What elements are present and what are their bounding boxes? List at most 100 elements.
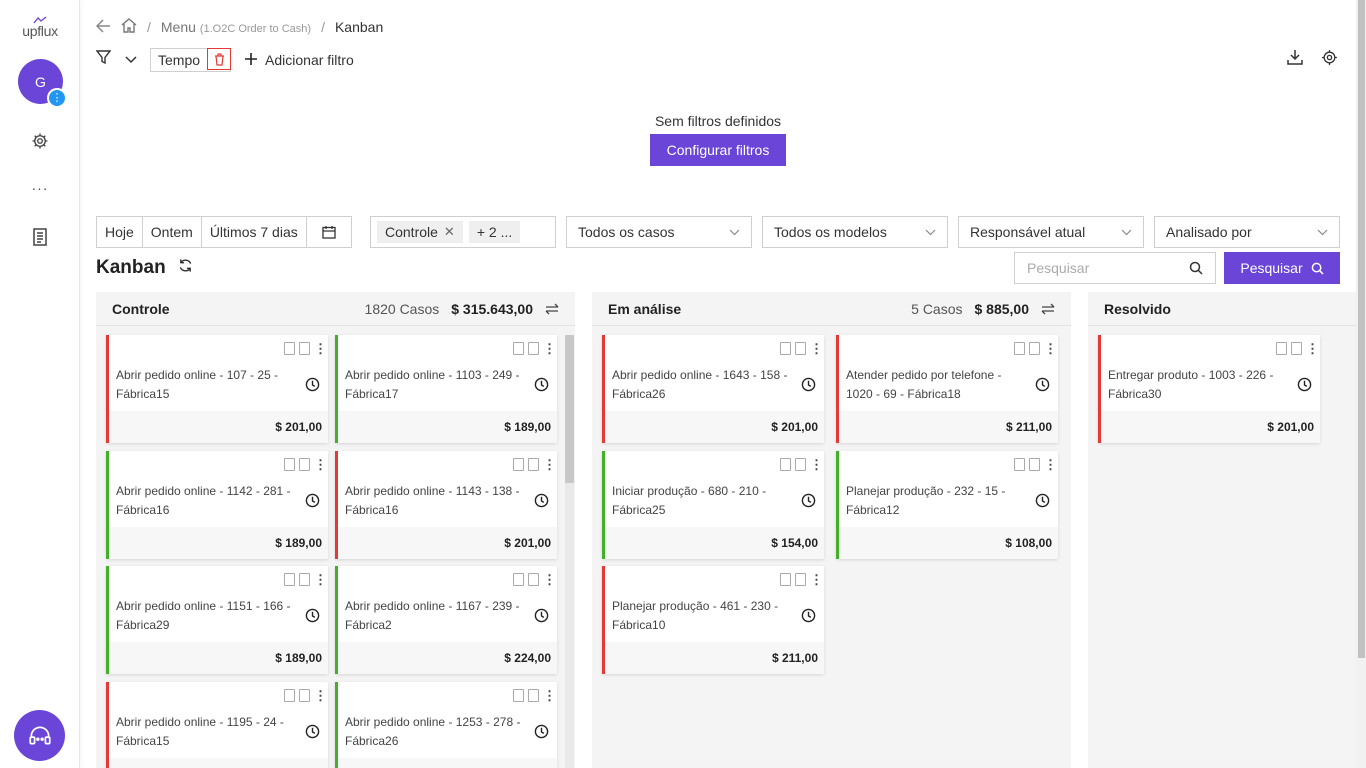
refresh-icon[interactable] <box>178 257 193 279</box>
search-input[interactable]: Pesquisar <box>1014 252 1216 284</box>
card-document-icon[interactable] <box>299 573 310 586</box>
cases-select[interactable]: Todos os casos <box>566 216 752 248</box>
clock-icon[interactable] <box>801 377 816 392</box>
app-logo[interactable]: upflux <box>18 16 62 42</box>
card-more-icon[interactable]: ⋮ <box>1044 342 1057 355</box>
clock-icon[interactable] <box>534 493 549 508</box>
delete-trash-icon[interactable] <box>207 48 232 70</box>
clock-icon[interactable] <box>534 377 549 392</box>
page-scrollbar[interactable] <box>1356 0 1366 768</box>
clock-icon[interactable] <box>534 608 549 623</box>
kanban-card[interactable]: ⋮ Planejar produção - 461 - 230 - Fábrica… <box>602 566 824 674</box>
card-more-icon[interactable]: ⋮ <box>810 458 823 471</box>
card-details-icon[interactable] <box>1276 342 1287 355</box>
card-more-icon[interactable]: ⋮ <box>543 342 556 355</box>
card-more-icon[interactable]: ⋮ <box>543 689 556 702</box>
card-document-icon[interactable] <box>528 457 539 471</box>
card-more-icon[interactable]: ⋮ <box>543 573 556 586</box>
kanban-card[interactable]: ⋮ Entregar produto - 1003 - 226 - Fábrica… <box>1098 335 1320 443</box>
clock-icon[interactable] <box>534 724 549 739</box>
activity-chip[interactable]: Controle ✕ <box>377 221 463 243</box>
card-more-icon[interactable]: ⋮ <box>314 458 327 471</box>
card-document-icon[interactable] <box>528 688 539 702</box>
calendar-icon[interactable] <box>307 217 351 247</box>
card-details-icon[interactable] <box>284 688 295 702</box>
kanban-card[interactable]: ⋮ Abrir pedido online - 1103 - 249 - Fábr… <box>335 335 557 443</box>
settings-gear-icon[interactable] <box>1321 49 1338 71</box>
card-more-icon[interactable]: ⋮ <box>314 342 327 355</box>
report-document-icon[interactable] <box>30 227 50 247</box>
download-icon[interactable] <box>1287 49 1303 71</box>
card-document-icon[interactable] <box>299 342 310 355</box>
search-button[interactable]: Pesquisar <box>1224 252 1340 284</box>
kanban-card[interactable]: ⋮ Abrir pedido online - 1143 - 138 - Fábr… <box>335 450 557 559</box>
home-icon[interactable] <box>121 18 137 36</box>
card-document-icon[interactable] <box>795 573 806 586</box>
kanban-card[interactable]: ⋮ Abrir pedido online - 107 - 25 - Fábric… <box>106 335 328 443</box>
breadcrumb-menu-link[interactable]: Menu (1.O2C Order to Cash) <box>161 19 311 35</box>
kanban-card[interactable]: ⋮ Abrir pedido online - 1142 - 281 - Fábr… <box>106 450 328 559</box>
close-icon[interactable]: ✕ <box>444 221 455 243</box>
card-details-icon[interactable] <box>284 457 295 471</box>
configure-filters-button[interactable]: Configurar filtros <box>650 134 786 166</box>
settings-gear-icon[interactable] <box>30 131 50 151</box>
card-document-icon[interactable] <box>528 342 539 355</box>
kanban-card[interactable]: ⋮ Abrir pedido online - 1195 - 24 - Fábri… <box>106 681 328 768</box>
avatar-menu-badge[interactable]: ⋮ <box>47 88 67 108</box>
clock-icon[interactable] <box>1035 377 1050 392</box>
card-document-icon[interactable] <box>1029 457 1040 471</box>
swap-arrows-icon[interactable] <box>545 303 559 315</box>
kanban-card[interactable]: ⋮ Abrir pedido online - 1151 - 166 - Fábr… <box>106 566 328 674</box>
card-details-icon[interactable] <box>513 457 524 471</box>
swap-arrows-icon[interactable] <box>1041 303 1055 315</box>
card-details-icon[interactable] <box>513 342 524 355</box>
models-select[interactable]: Todos os modelos <box>762 216 948 248</box>
column-scrollbar[interactable] <box>565 335 574 768</box>
card-details-icon[interactable] <box>284 573 295 586</box>
card-details-icon[interactable] <box>1014 457 1025 471</box>
avatar[interactable]: G ⋮ <box>18 59 67 108</box>
kanban-card[interactable]: ⋮ Planejar produção - 232 - 15 - Fábrica1… <box>836 450 1058 559</box>
clock-icon[interactable] <box>305 493 320 508</box>
support-headset-button[interactable] <box>14 710 65 761</box>
activity-filter-input[interactable]: Controle ✕ + 2 ... <box>370 216 556 248</box>
date-today-button[interactable]: Hoje <box>97 217 143 247</box>
clock-icon[interactable] <box>305 724 320 739</box>
date-yesterday-button[interactable]: Ontem <box>143 217 202 247</box>
card-details-icon[interactable] <box>780 342 791 355</box>
activity-more-chip[interactable]: + 2 ... <box>468 221 521 243</box>
responsible-select[interactable]: Responsável atual <box>958 216 1144 248</box>
back-arrow-icon[interactable] <box>95 18 111 36</box>
tempo-filter-chip[interactable]: Tempo <box>150 48 232 72</box>
clock-icon[interactable] <box>305 377 320 392</box>
card-details-icon[interactable] <box>1014 342 1025 355</box>
card-details-icon[interactable] <box>780 573 791 586</box>
card-document-icon[interactable] <box>795 342 806 355</box>
card-details-icon[interactable] <box>284 342 295 355</box>
clock-icon[interactable] <box>1297 377 1312 392</box>
card-more-icon[interactable]: ⋮ <box>1044 458 1057 471</box>
card-more-icon[interactable]: ⋮ <box>314 573 327 586</box>
card-details-icon[interactable] <box>513 573 524 586</box>
kanban-card[interactable]: ⋮ Iniciar produção - 680 - 210 - Fábrica2… <box>602 450 824 559</box>
card-document-icon[interactable] <box>795 457 806 471</box>
kanban-card[interactable]: ⋮ Abrir pedido online - 1167 - 239 - Fábr… <box>335 566 557 674</box>
card-details-icon[interactable] <box>780 457 791 471</box>
card-more-icon[interactable]: ⋮ <box>543 458 556 471</box>
kanban-card[interactable]: ⋮ Atender pedido por telefone - 1020 - 69… <box>836 335 1058 443</box>
card-details-icon[interactable] <box>513 688 524 702</box>
card-document-icon[interactable] <box>1029 342 1040 355</box>
card-more-icon[interactable]: ⋮ <box>314 689 327 702</box>
clock-icon[interactable] <box>801 608 816 623</box>
clock-icon[interactable] <box>801 493 816 508</box>
card-more-icon[interactable]: ⋮ <box>1306 342 1319 355</box>
kanban-card[interactable]: ⋮ Abrir pedido online - 1253 - 278 - Fábr… <box>335 681 557 768</box>
card-more-icon[interactable]: ⋮ <box>810 342 823 355</box>
card-document-icon[interactable] <box>528 573 539 586</box>
column-scrollbar-thumb[interactable] <box>565 335 574 483</box>
chevron-down-icon[interactable] <box>125 51 137 69</box>
clock-icon[interactable] <box>305 608 320 623</box>
more-options-icon[interactable]: ··· <box>30 178 50 198</box>
filter-funnel-icon[interactable] <box>95 50 112 70</box>
page-scrollbar-thumb[interactable] <box>1358 0 1365 658</box>
